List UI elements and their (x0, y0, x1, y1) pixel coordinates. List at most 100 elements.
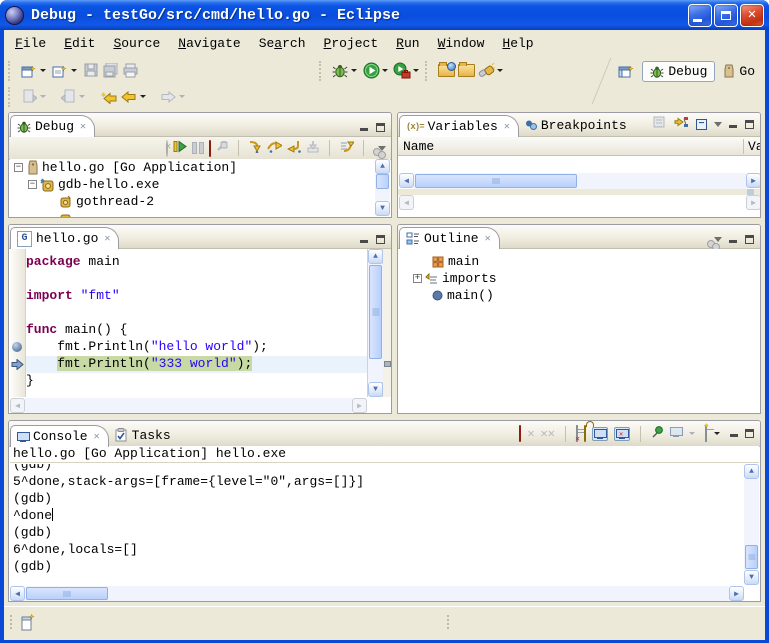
step-return-button[interactable] (287, 139, 301, 157)
show-stdout-toggle[interactable] (592, 427, 608, 441)
resume-button[interactable] (173, 140, 187, 157)
overview-ruler[interactable] (382, 249, 391, 397)
remove-terminated-button[interactable]: ✕ (166, 141, 168, 156)
save-all-button[interactable] (101, 60, 121, 82)
menu-source[interactable]: Source (104, 34, 169, 53)
tree-row[interactable]: − gdb-hello.exe (10, 176, 390, 193)
scroll-right-icon[interactable]: ▶ (729, 586, 744, 601)
external-tools-dropdown[interactable] (413, 69, 419, 72)
scroll-down-icon[interactable]: ▼ (744, 570, 759, 585)
menu-navigate[interactable]: Navigate (169, 34, 249, 53)
close-view-icon[interactable]: ✕ (80, 121, 86, 133)
tree-row[interactable]: − hello.go [Go Application] (10, 159, 390, 176)
tab-console[interactable]: Console ✕ (10, 425, 109, 447)
drop-to-frame-button[interactable] (306, 140, 320, 157)
previous-annotation-dropdown[interactable] (79, 95, 85, 98)
tab-tasks[interactable]: Tasks (109, 424, 179, 446)
toolbar-drag-handle[interactable] (425, 61, 432, 81)
menu-search[interactable]: Search (250, 34, 315, 53)
new-project-button[interactable]: ✦ (50, 60, 70, 82)
suspend-button[interactable] (192, 142, 204, 154)
breakpoint-marker-icon[interactable] (12, 342, 22, 352)
scroll-left-icon[interactable]: ◀ (399, 173, 414, 188)
open-plugin-artifact-button[interactable] (436, 60, 456, 82)
use-step-filters-button[interactable] (339, 139, 354, 157)
perspective-go-button[interactable]: Go (721, 62, 757, 81)
tab-breakpoints[interactable]: Breakpoints (519, 114, 635, 136)
save-button[interactable] (81, 60, 101, 82)
tab-outline[interactable]: Outline ✕ (399, 227, 500, 249)
open-perspective-button[interactable]: ✦ (616, 60, 636, 82)
overview-annotation[interactable] (384, 361, 391, 367)
console-vertical-scrollbar[interactable]: ▲ ▼ (744, 464, 759, 585)
menu-file[interactable]: File (6, 34, 55, 53)
step-over-button[interactable] (267, 139, 282, 157)
tree-row-partial[interactable] (10, 210, 390, 217)
close-view-icon[interactable]: ✕ (504, 121, 510, 133)
outline-item-main-package[interactable]: main (399, 253, 759, 270)
console-horizontal-scrollbar[interactable]: ◀ ▶ (10, 586, 744, 601)
fast-view-button[interactable]: ✦ (20, 612, 36, 636)
scroll-up-icon[interactable]: ▲ (368, 249, 383, 264)
menu-run[interactable]: Run (387, 34, 428, 53)
new-project-dropdown[interactable] (71, 69, 77, 72)
disconnect-button[interactable] (216, 140, 229, 156)
remove-launch-icon[interactable]: ✕ (527, 428, 534, 440)
menu-help[interactable]: Help (493, 34, 542, 53)
new-wizard-dropdown[interactable] (40, 69, 46, 72)
display-console-dropdown[interactable] (689, 432, 695, 435)
maximize-view-icon[interactable] (376, 235, 385, 244)
open-resource-button[interactable] (456, 60, 476, 82)
column-value[interactable]: Value (743, 139, 760, 154)
expand-expander-icon[interactable]: + (413, 274, 422, 283)
editor-marker-ruler[interactable] (10, 249, 26, 397)
perspective-debug-button[interactable]: Debug (642, 61, 715, 82)
scroll-right-icon[interactable]: ▶ (746, 173, 761, 188)
maximize-view-icon[interactable] (745, 429, 754, 438)
previous-annotation-button[interactable] (58, 86, 78, 108)
run-button[interactable] (361, 60, 381, 82)
console-output[interactable]: (gdb) 5^done,stack-args=[frame={level="0… (10, 464, 743, 585)
scroll-down-icon[interactable]: ▼ (375, 201, 390, 216)
maximize-button[interactable] (714, 4, 738, 27)
next-annotation-button[interactable] (19, 86, 39, 108)
statusbar-drag-handle[interactable] (447, 615, 449, 629)
minimize-button[interactable] (688, 4, 712, 27)
tab-debug-view[interactable]: Debug ✕ (10, 115, 95, 137)
maximize-view-icon[interactable] (745, 120, 754, 129)
outline-item-main-func[interactable]: main() (399, 287, 759, 304)
instruction-pointer-icon[interactable] (11, 359, 24, 370)
show-logical-structures-button[interactable] (674, 116, 689, 132)
debug-dropdown[interactable] (351, 69, 357, 72)
open-console-dropdown[interactable] (714, 432, 720, 435)
close-view-icon[interactable]: ✕ (485, 233, 491, 245)
close-view-icon[interactable]: ✕ (94, 431, 100, 443)
display-selected-console-button[interactable] (670, 426, 682, 441)
toolbar-drag-handle[interactable] (8, 61, 15, 81)
terminate-console-button[interactable] (519, 426, 521, 441)
minimize-view-icon[interactable] (730, 429, 739, 438)
tree-row[interactable]: gothread-2 (10, 193, 390, 210)
scroll-left-icon[interactable]: ◀ (10, 586, 25, 601)
show-type-names-button[interactable] (653, 116, 667, 132)
scroll-up-icon[interactable]: ▲ (375, 159, 390, 174)
scroll-up-icon[interactable]: ▲ (744, 464, 759, 479)
maximize-view-icon[interactable] (376, 123, 385, 132)
forward-dropdown[interactable] (179, 95, 185, 98)
open-console-button[interactable]: ✦ (705, 426, 707, 441)
terminate-button[interactable] (209, 141, 211, 156)
new-wizard-button[interactable]: ✦ (19, 60, 39, 82)
minimize-view-icon[interactable] (729, 235, 738, 244)
collapse-all-icon[interactable]: − (696, 119, 707, 130)
toolbar-drag-handle[interactable] (8, 87, 15, 107)
scroll-lock-button[interactable] (584, 426, 586, 441)
menu-edit[interactable]: Edit (55, 34, 104, 53)
back-button[interactable] (119, 86, 139, 108)
remove-all-terminated-icon[interactable]: ✕✕ (541, 428, 555, 440)
back-dropdown[interactable] (140, 95, 146, 98)
maximize-view-icon[interactable] (745, 235, 754, 244)
next-annotation-dropdown[interactable] (40, 95, 46, 98)
forward-button[interactable] (158, 86, 178, 108)
editor-vertical-scrollbar[interactable]: ▲ ▼ (367, 249, 383, 397)
menu-window[interactable]: Window (429, 34, 494, 53)
